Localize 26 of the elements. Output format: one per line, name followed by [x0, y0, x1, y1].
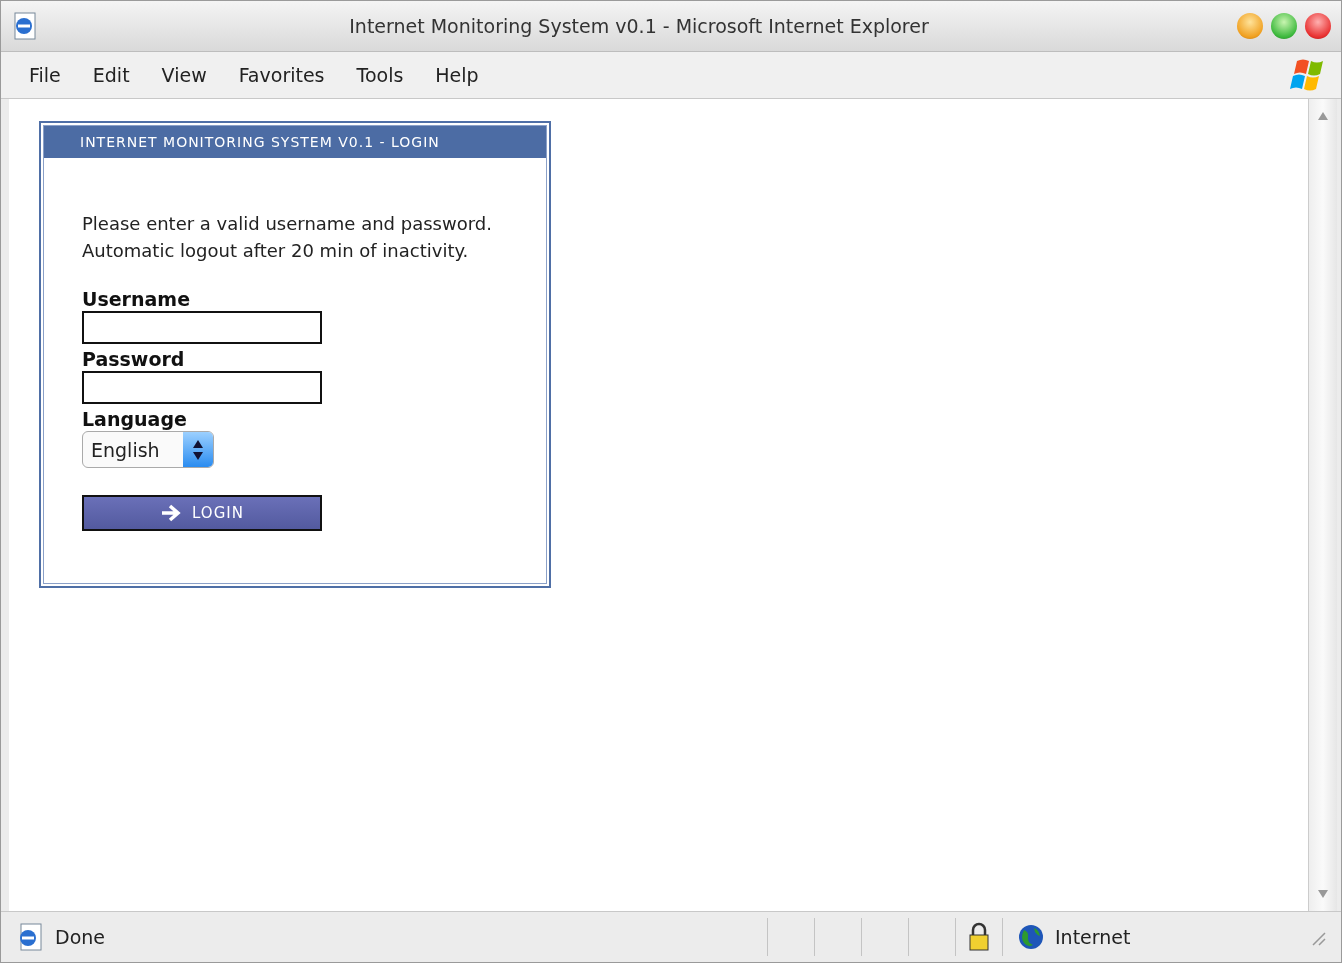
- login-button[interactable]: LOGIN: [82, 495, 322, 531]
- field-label: Password: [82, 348, 186, 370]
- menu-item[interactable]: Favorites: [222, 60, 341, 90]
- instruction-text: Please enter a valid username and password. Automatic logout after 20 min of inactivity.: [82, 212, 493, 263]
- stepper-icon: [192, 438, 204, 461]
- globe-icon: [1017, 923, 1045, 951]
- language-select[interactable]: English: [82, 431, 214, 468]
- arrow-icon: [160, 504, 183, 522]
- menu-item[interactable]: Help: [419, 60, 495, 90]
- window-title: Internet Monitoring System v0.1 - Microsoft Internet Explorer: [348, 15, 930, 37]
- input-field[interactable]: [82, 311, 322, 344]
- close-button[interactable]: [1305, 13, 1331, 39]
- padlock-icon: [968, 922, 990, 952]
- menu-item[interactable]: View: [145, 60, 223, 90]
- zone-text: Internet: [1055, 926, 1131, 948]
- input-field[interactable]: [82, 371, 322, 404]
- scrollbar[interactable]: [1308, 99, 1337, 911]
- minimize-button[interactable]: [1237, 13, 1263, 39]
- status-text: Done: [55, 926, 105, 948]
- maximize-button[interactable]: [1271, 13, 1297, 39]
- field-label: Language: [82, 408, 188, 430]
- menu-item[interactable]: File: [13, 60, 77, 90]
- field-label: Username: [82, 288, 192, 310]
- panel-title: INTERNET MONITORING SYSTEM V0.1 - LOGIN: [44, 126, 546, 158]
- menu-item[interactable]: Tools: [340, 60, 420, 90]
- menu-item[interactable]: Edit: [76, 60, 146, 90]
